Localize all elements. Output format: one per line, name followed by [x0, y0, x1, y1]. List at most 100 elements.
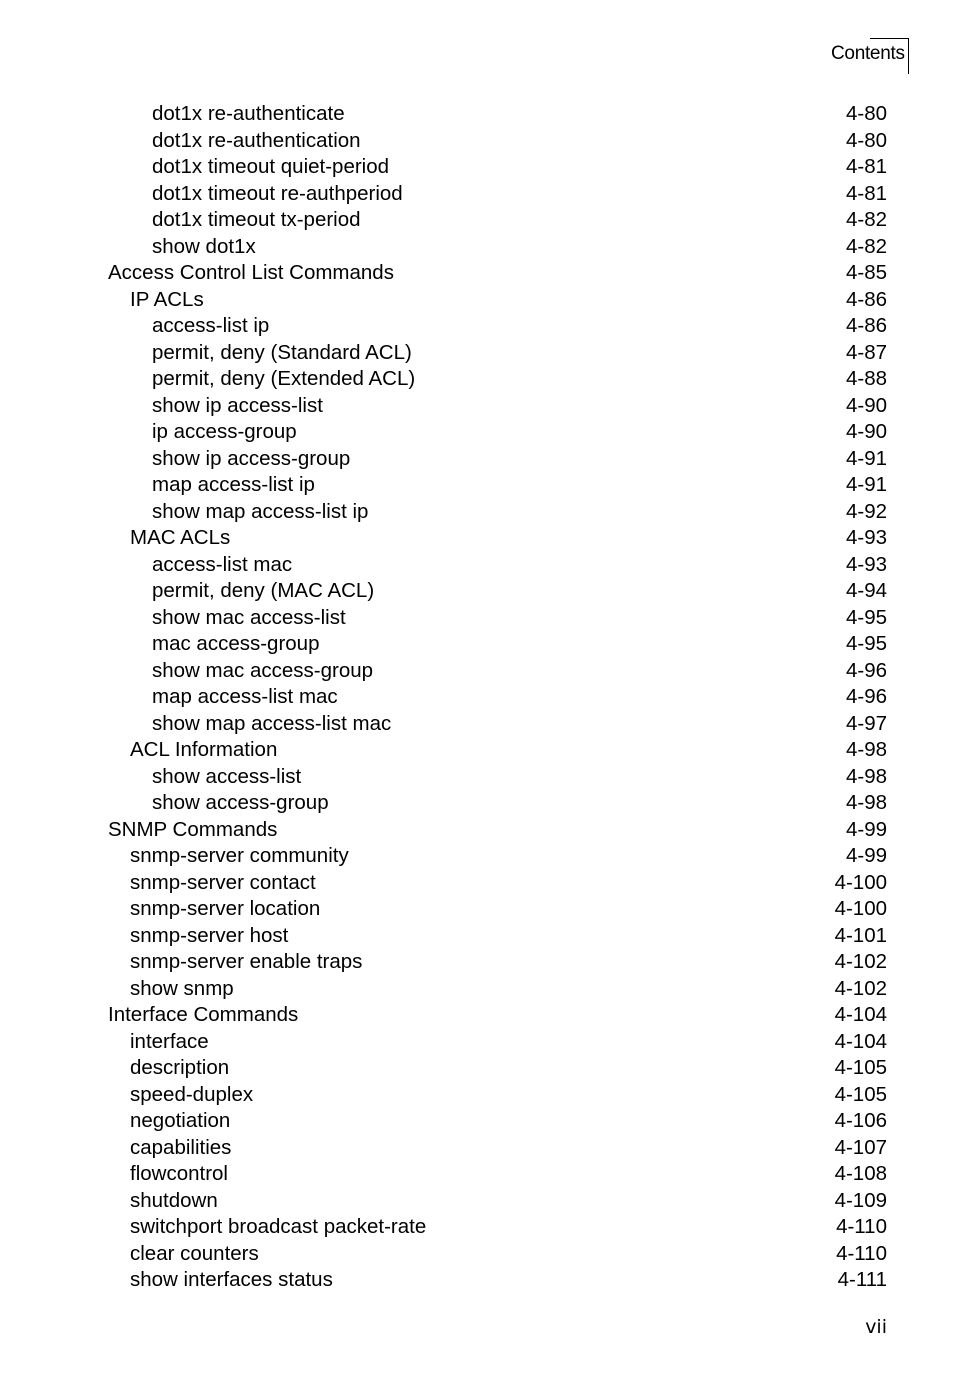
- toc-entry-page: 4-91: [845, 446, 887, 470]
- toc-entry[interactable]: IP ACLs 4-86: [0, 287, 954, 314]
- toc-entry-title: dot1x timeout quiet-period: [152, 155, 390, 178]
- toc-entry-title: MAC ACLs: [130, 526, 231, 549]
- toc-entry-title: flowcontrol: [130, 1162, 228, 1185]
- toc-entry-title: snmp-server contact: [130, 870, 316, 894]
- toc-entry-title: switchport broadcast packet-rate: [130, 1215, 427, 1238]
- toc-entry-title: shutdown: [130, 1188, 218, 1212]
- toc-entry-page: 4-80: [845, 102, 887, 125]
- toc-entry-page: 4-97: [845, 711, 887, 735]
- toc-entry[interactable]: snmp-server enable traps 4-102: [0, 949, 954, 976]
- toc-entry-title: dot1x re-authentication: [152, 128, 361, 152]
- toc-entry[interactable]: show map access-list mac 4-97: [0, 711, 954, 738]
- toc-entry-page: 4-102: [834, 976, 887, 1000]
- toc-entry[interactable]: show ip access-list 4-90: [0, 393, 954, 420]
- toc-entry-page: 4-105: [834, 1082, 887, 1106]
- toc-entry-page: 4-96: [845, 658, 887, 682]
- toc-entry[interactable]: show map access-list ip 4-92: [0, 499, 954, 526]
- toc-entry-page: 4-99: [845, 817, 887, 841]
- toc-entry-page: 4-80: [845, 128, 887, 152]
- toc-entry[interactable]: show mac access-list 4-95: [0, 605, 954, 632]
- toc-entry-title: clear counters: [130, 1241, 259, 1265]
- toc-entry-page: 4-100: [834, 870, 887, 894]
- toc-entry-title: show mac access-group: [152, 658, 374, 682]
- toc-entry[interactable]: ACL Information 4-98: [0, 737, 954, 764]
- toc-entry[interactable]: Access Control List Commands 4-85: [0, 260, 954, 287]
- toc-entry-title: show map access-list ip: [152, 499, 369, 523]
- toc-entry[interactable]: map access-list ip 4-91: [0, 472, 954, 499]
- toc-entry[interactable]: dot1x timeout quiet-period 4-81: [0, 154, 954, 181]
- toc-entry-title: ACL Information: [130, 738, 278, 761]
- toc-entry[interactable]: show ip access-group 4-91: [0, 446, 954, 473]
- toc-entry-title: show mac access-list: [152, 605, 346, 629]
- toc-entry[interactable]: permit, deny (MAC ACL) 4-94: [0, 578, 954, 605]
- toc-entry[interactable]: access-list mac 4-93: [0, 552, 954, 579]
- toc-entry-page: 4-110: [836, 1215, 887, 1238]
- toc-entry[interactable]: snmp-server contact 4-100: [0, 870, 954, 897]
- toc-entry[interactable]: interface 4-104: [0, 1029, 954, 1056]
- toc-entry[interactable]: ip access-group 4-90: [0, 419, 954, 446]
- toc-entry-title: show ip access-group: [152, 446, 351, 470]
- toc-entry[interactable]: show access-group 4-98: [0, 790, 954, 817]
- toc-entry-title: show access-group: [152, 791, 329, 814]
- toc-entry-title: permit, deny (MAC ACL): [152, 579, 375, 602]
- toc-entry-title: show interfaces status: [130, 1268, 333, 1291]
- toc-entry-title: negotiation: [130, 1109, 231, 1132]
- toc-entry[interactable]: description 4-105: [0, 1055, 954, 1082]
- toc-entry[interactable]: flowcontrol 4-108: [0, 1161, 954, 1188]
- toc-entry-page: 4-93: [845, 552, 887, 576]
- toc-entry-page: 4-107: [834, 1135, 887, 1159]
- toc-entry-title: snmp-server location: [130, 897, 321, 920]
- toc-entry[interactable]: dot1x timeout tx-period 4-82: [0, 207, 954, 234]
- toc-entry[interactable]: speed-duplex 4-105: [0, 1082, 954, 1109]
- toc-entry[interactable]: dot1x timeout re-authperiod 4-81: [0, 181, 954, 208]
- toc-entry-page: 4-104: [834, 1003, 887, 1026]
- toc-entry-page: 4-85: [845, 261, 887, 284]
- toc-entry-page: 4-99: [845, 844, 887, 867]
- toc-entry[interactable]: MAC ACLs 4-93: [0, 525, 954, 552]
- toc-entry-page: 4-106: [834, 1109, 887, 1132]
- toc-entry[interactable]: snmp-server location 4-100: [0, 896, 954, 923]
- toc-entry-page: 4-87: [845, 340, 887, 364]
- toc-entry-title: dot1x timeout re-authperiod: [152, 181, 403, 205]
- toc-entry-title: snmp-server host: [130, 923, 289, 947]
- toc-entry[interactable]: dot1x re-authentication 4-80: [0, 128, 954, 155]
- toc-entry[interactable]: permit, deny (Standard ACL) 4-87: [0, 340, 954, 367]
- toc-entry-title: Interface Commands: [108, 1003, 299, 1026]
- toc-entry-title: show map access-list mac: [152, 711, 392, 735]
- toc-entry-page: 4-111: [837, 1268, 887, 1291]
- toc-entry[interactable]: SNMP Commands 4-99: [0, 817, 954, 844]
- toc-entry[interactable]: snmp-server community 4-99: [0, 843, 954, 870]
- toc-entry[interactable]: switchport broadcast packet-rate 4-110: [0, 1214, 954, 1241]
- running-header-label: Contents: [831, 43, 905, 64]
- toc-entry[interactable]: show interfaces status 4-111: [0, 1267, 954, 1294]
- toc-entry-page: 4-109: [834, 1188, 887, 1212]
- toc-entry-page: 4-100: [834, 897, 887, 920]
- toc-entry-title: permit, deny (Extended ACL): [152, 367, 416, 390]
- toc-entry[interactable]: clear counters 4-110: [0, 1241, 954, 1268]
- toc-entry[interactable]: Interface Commands 4-104: [0, 1002, 954, 1029]
- toc-entry-title: show dot1x: [152, 234, 256, 258]
- table-of-contents: dot1x re-authenticate 4-80 dot1x re-authen…: [0, 101, 954, 1294]
- toc-entry[interactable]: negotiation 4-106: [0, 1108, 954, 1135]
- toc-entry-title: interface: [130, 1029, 209, 1053]
- toc-entry[interactable]: show access-list 4-98: [0, 764, 954, 791]
- toc-entry[interactable]: show mac access-group 4-96: [0, 658, 954, 685]
- toc-entry[interactable]: mac access-group 4-95: [0, 631, 954, 658]
- toc-entry[interactable]: map access-list mac 4-96: [0, 684, 954, 711]
- page-number: vii: [865, 1316, 887, 1338]
- toc-entry[interactable]: snmp-server host 4-101: [0, 923, 954, 950]
- header-corner-rule-vertical: [908, 38, 909, 74]
- toc-entry[interactable]: permit, deny (Extended ACL) 4-88: [0, 366, 954, 393]
- toc-entry-page: 4-82: [845, 208, 887, 231]
- toc-entry-title: access-list mac: [152, 552, 293, 576]
- toc-entry[interactable]: capabilities 4-107: [0, 1135, 954, 1162]
- toc-entry-title: show access-list: [152, 764, 302, 788]
- toc-entry[interactable]: show snmp 4-102: [0, 976, 954, 1003]
- toc-entry[interactable]: access-list ip 4-86: [0, 313, 954, 340]
- toc-entry-title: snmp-server community: [130, 844, 349, 867]
- toc-entry-page: 4-98: [845, 738, 887, 761]
- toc-entry[interactable]: show dot1x 4-82: [0, 234, 954, 261]
- toc-entry[interactable]: shutdown 4-109: [0, 1188, 954, 1215]
- toc-entry[interactable]: dot1x re-authenticate 4-80: [0, 101, 954, 128]
- toc-entry-title: ip access-group: [152, 420, 297, 443]
